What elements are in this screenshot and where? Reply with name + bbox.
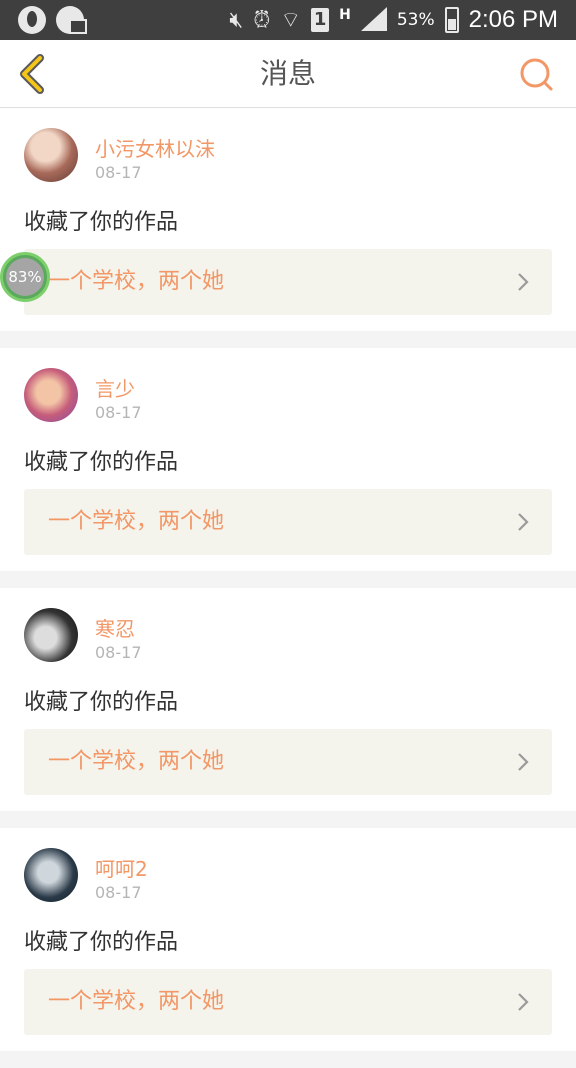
avatar[interactable]: [24, 128, 78, 182]
work-title: 一个学校，两个她: [48, 989, 225, 1014]
network-type: H: [339, 7, 351, 23]
search-button[interactable]: [518, 56, 556, 94]
username[interactable]: 言少: [95, 373, 135, 402]
clock: 2:06 PM: [468, 6, 558, 33]
message-date: 08-17: [95, 883, 142, 902]
work-title: 一个学校，两个她: [48, 509, 225, 534]
work-link[interactable]: 一个学校，两个她: [24, 489, 552, 555]
chevron-right-icon: [518, 273, 529, 291]
chevron-right-icon: [518, 753, 529, 771]
search-icon: [520, 58, 553, 91]
chevron-right-icon: [518, 993, 529, 1011]
message-item: 小污女林以沫 08-17 收藏了你的作品 一个学校，两个她: [0, 108, 576, 331]
battery-icon: [444, 7, 459, 33]
battery-percent: 53%: [396, 10, 435, 30]
alarm-icon: ⏰︎: [253, 7, 271, 33]
flame-app-icon: [18, 6, 46, 34]
username[interactable]: 呵呵2: [95, 853, 148, 882]
wifi-icon: ⌔: [280, 8, 302, 33]
browser-notification-icon: [56, 6, 87, 34]
page-title: 消息: [259, 57, 316, 90]
avatar[interactable]: [24, 608, 78, 662]
floating-memory-badge[interactable]: 83%: [0, 252, 50, 302]
action-text: 收藏了你的作品: [24, 210, 179, 235]
message-date: 08-17: [95, 643, 142, 662]
message-item: 寒忍 08-17 收藏了你的作品 一个学校，两个她: [0, 588, 576, 811]
sim-indicator: 1: [311, 8, 330, 32]
status-bar: 🔇︎ ⏰︎ ⌔ 1 H 53% 2:06 PM: [0, 0, 576, 40]
work-link[interactable]: 一个学校，两个她: [24, 729, 552, 795]
work-link[interactable]: 一个学校，两个她: [24, 249, 552, 315]
work-link[interactable]: 一个学校，两个她: [24, 969, 552, 1035]
chevron-right-icon: [518, 513, 529, 531]
mute-icon: 🔇︎: [229, 7, 244, 33]
memory-percent: 83%: [6, 258, 44, 296]
avatar[interactable]: [24, 848, 78, 902]
title-bar: 消息: [0, 40, 576, 108]
work-title: 一个学校，两个她: [48, 269, 225, 294]
action-text: 收藏了你的作品: [24, 930, 179, 955]
signal-icon: [360, 7, 387, 33]
message-list: 小污女林以沫 08-17 收藏了你的作品 一个学校，两个她 言少 08-17 收…: [0, 108, 576, 1068]
avatar[interactable]: [24, 368, 78, 422]
message-date: 08-17: [95, 403, 142, 422]
action-text: 收藏了你的作品: [24, 450, 179, 475]
action-text: 收藏了你的作品: [24, 690, 179, 715]
username[interactable]: 寒忍: [95, 613, 135, 642]
message-item: 言少 08-17 收藏了你的作品 一个学校，两个她: [0, 348, 576, 571]
username[interactable]: 小污女林以沫: [95, 133, 215, 162]
work-title: 一个学校，两个她: [48, 749, 225, 774]
message-date: 08-17: [95, 163, 142, 182]
message-item: 呵呵2 08-17 收藏了你的作品 一个学校，两个她: [0, 828, 576, 1051]
